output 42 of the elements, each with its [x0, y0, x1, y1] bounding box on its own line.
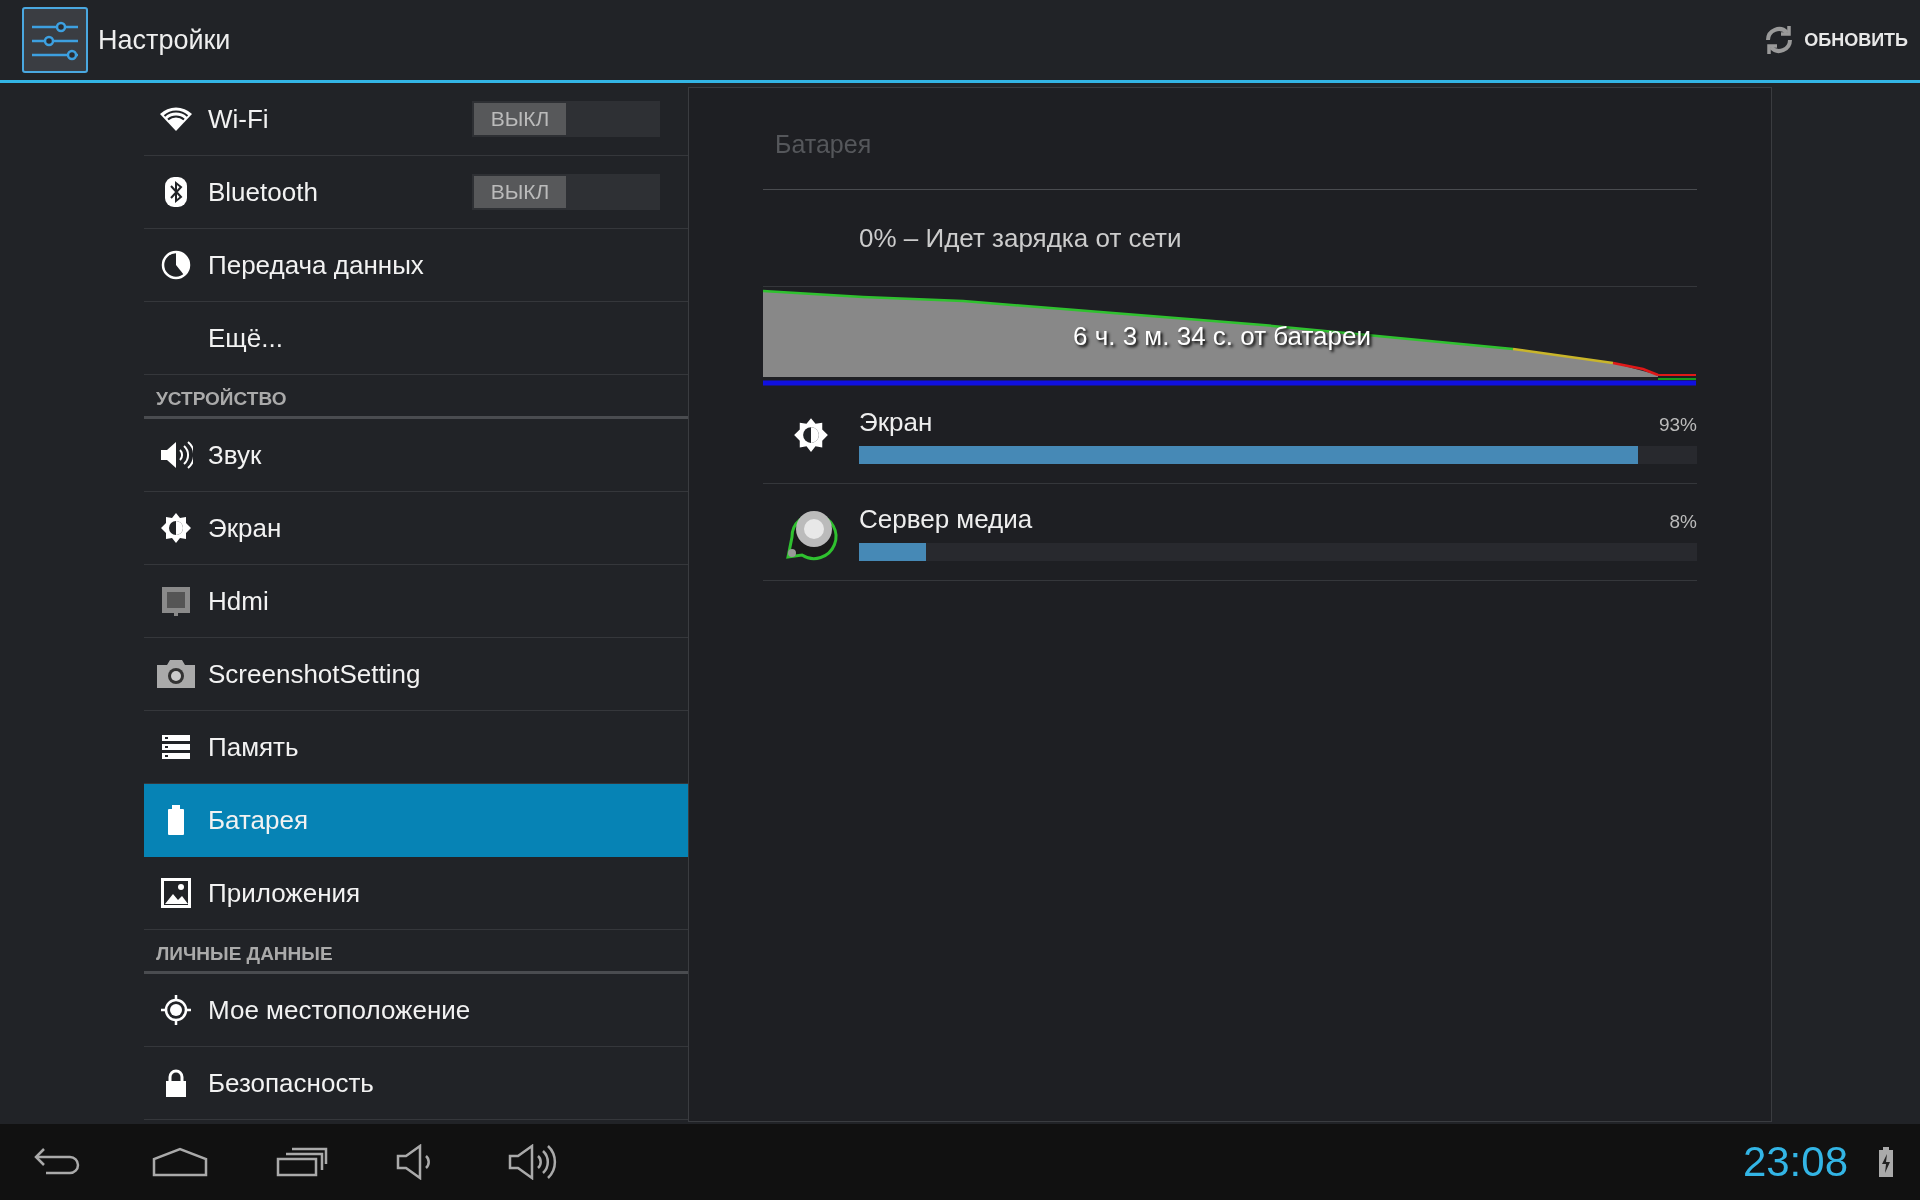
toggle-switch[interactable]: ВЫКЛ [472, 174, 660, 210]
bluetooth-icon [164, 176, 188, 208]
brightness-icon [793, 417, 829, 453]
camera-icon [155, 659, 197, 689]
section-header: ЛИЧНЫЕ ДАННЫЕ [144, 930, 688, 974]
settings-item[interactable]: Bluetooth ВЫКЛ [144, 156, 688, 229]
battery-charging-icon[interactable] [1878, 1147, 1894, 1177]
settings-item[interactable]: Hdmi [144, 565, 688, 638]
settings-item[interactable]: Wi-Fi ВЫКЛ [144, 83, 688, 156]
picture-frame-icon [161, 878, 191, 908]
settings-sliders-icon [22, 7, 88, 73]
usage-percent: 8% [1669, 510, 1697, 533]
settings-item[interactable]: ScreenshotSetting [144, 638, 688, 711]
settings-item[interactable]: Батарея [144, 784, 688, 857]
settings-item[interactable]: Мое местоположение [144, 974, 688, 1047]
settings-item[interactable]: Приложения [144, 857, 688, 930]
toggle-switch[interactable]: ВЫКЛ [472, 101, 660, 137]
settings-item[interactable]: Передача данных [144, 229, 688, 302]
wifi-icon [160, 106, 192, 132]
section-header: УСТРОЙСТВО [144, 375, 688, 419]
refresh-button[interactable]: ОБНОВИТЬ [1762, 23, 1908, 57]
brightness-icon [160, 512, 192, 544]
clock[interactable]: 23:08 [1742, 1138, 1848, 1186]
settings-item[interactable]: Экран [144, 492, 688, 565]
panel-title: Батарея [763, 88, 1697, 190]
volume-up-icon[interactable] [508, 1144, 558, 1180]
battery-icon [167, 805, 185, 835]
app-name: Экран [859, 406, 933, 438]
lock-icon [164, 1068, 188, 1098]
usage-percent: 93% [1658, 413, 1697, 436]
location-target-icon [160, 994, 192, 1026]
pie-chart-icon [161, 250, 191, 280]
recent-apps-icon[interactable] [276, 1147, 328, 1177]
storage-icon [161, 734, 191, 760]
settings-item[interactable]: Безопасность [144, 1047, 688, 1120]
app-name: Сервер медиа [859, 503, 1033, 535]
charging-status: 0% – Идет зарядка от сети [763, 190, 1697, 287]
settings-item[interactable]: Звук [144, 419, 688, 492]
home-icon[interactable] [152, 1147, 208, 1177]
app-title: Настройки [98, 24, 231, 56]
speaker-icon [159, 440, 193, 470]
monitor-icon [161, 586, 191, 616]
